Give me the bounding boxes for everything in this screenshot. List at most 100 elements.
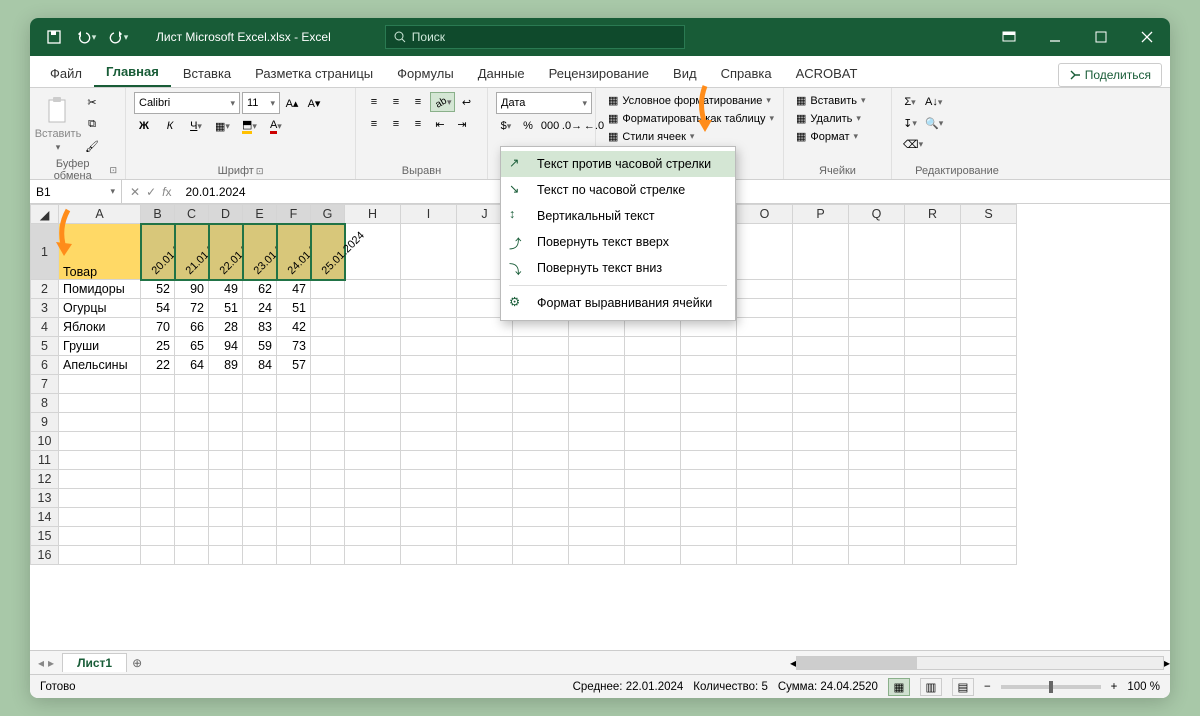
italic-button[interactable]: К <box>160 116 180 136</box>
cell[interactable] <box>793 337 849 356</box>
cell[interactable] <box>793 318 849 337</box>
add-sheet-icon[interactable]: ⊕ <box>127 656 147 670</box>
cell[interactable] <box>141 508 175 527</box>
zoom-slider[interactable] <box>1001 685 1101 689</box>
cell[interactable] <box>277 470 311 489</box>
cell[interactable] <box>793 470 849 489</box>
cell[interactable] <box>569 432 625 451</box>
cell[interactable] <box>569 489 625 508</box>
cell[interactable] <box>905 451 961 470</box>
column-header[interactable]: E <box>243 205 277 224</box>
tab-справка[interactable]: Справка <box>709 60 784 87</box>
cell[interactable] <box>569 356 625 375</box>
autosum-icon[interactable]: Σ ▾ <box>900 92 920 112</box>
cell[interactable]: 47 <box>277 280 311 299</box>
name-box[interactable]: B1▾ <box>30 180 122 203</box>
cell[interactable] <box>961 432 1017 451</box>
cell[interactable] <box>681 527 737 546</box>
cell[interactable] <box>737 451 793 470</box>
cell[interactable] <box>311 356 345 375</box>
cell[interactable] <box>401 489 457 508</box>
cell[interactable] <box>569 470 625 489</box>
cell[interactable] <box>59 508 141 527</box>
cell[interactable] <box>513 489 569 508</box>
comma-format-icon[interactable]: 000 <box>540 116 560 136</box>
row-header[interactable]: 5 <box>31 337 59 356</box>
cell[interactable] <box>401 318 457 337</box>
close-icon[interactable] <box>1124 18 1170 56</box>
cell[interactable] <box>311 432 345 451</box>
cell[interactable] <box>277 546 311 565</box>
cell[interactable] <box>513 413 569 432</box>
column-header[interactable]: S <box>961 205 1017 224</box>
cell[interactable] <box>401 508 457 527</box>
cell[interactable] <box>311 489 345 508</box>
cell[interactable] <box>905 413 961 432</box>
cell[interactable] <box>513 527 569 546</box>
row-header[interactable]: 11 <box>31 451 59 470</box>
cell[interactable] <box>457 356 513 375</box>
cell[interactable] <box>59 470 141 489</box>
column-header[interactable]: B <box>141 205 175 224</box>
cell[interactable] <box>243 413 277 432</box>
cell[interactable] <box>793 432 849 451</box>
cell[interactable] <box>681 546 737 565</box>
cell[interactable]: 72 <box>175 299 209 318</box>
cell[interactable] <box>793 280 849 299</box>
find-select-icon[interactable]: 🔍▾ <box>922 113 946 133</box>
cell[interactable]: Огурцы <box>59 299 141 318</box>
cell[interactable] <box>737 546 793 565</box>
cell[interactable] <box>209 375 243 394</box>
copy-icon[interactable]: ⧉ <box>82 114 102 134</box>
cell[interactable] <box>569 451 625 470</box>
cell[interactable]: 62 <box>243 280 277 299</box>
cell[interactable] <box>311 337 345 356</box>
cell[interactable] <box>311 527 345 546</box>
cell[interactable] <box>345 299 401 318</box>
cell[interactable] <box>961 451 1017 470</box>
cell[interactable] <box>59 432 141 451</box>
cell[interactable] <box>243 489 277 508</box>
cell[interactable] <box>243 451 277 470</box>
search-box[interactable]: Поиск <box>385 25 685 49</box>
format-cells-button[interactable]: ▦ Формат ▾ <box>792 128 862 145</box>
cell[interactable]: 23.01.2024 <box>243 224 277 280</box>
cell-styles-button[interactable]: ▦ Стили ячеек ▾ <box>604 128 698 145</box>
cell[interactable] <box>513 432 569 451</box>
cell[interactable]: 83 <box>243 318 277 337</box>
cell[interactable] <box>737 224 793 280</box>
cell[interactable] <box>345 318 401 337</box>
cell[interactable]: 21.01.2024 <box>175 224 209 280</box>
cell[interactable] <box>513 337 569 356</box>
column-header[interactable]: F <box>277 205 311 224</box>
row-header[interactable]: 6 <box>31 356 59 375</box>
cell[interactable] <box>513 356 569 375</box>
cell[interactable] <box>345 546 401 565</box>
cell[interactable] <box>277 527 311 546</box>
cell[interactable] <box>905 432 961 451</box>
cell[interactable]: 84 <box>243 356 277 375</box>
cell[interactable] <box>401 299 457 318</box>
cell[interactable] <box>401 337 457 356</box>
cell[interactable]: 57 <box>277 356 311 375</box>
cell[interactable] <box>311 375 345 394</box>
fill-icon[interactable]: ↧ ▾ <box>900 113 920 133</box>
cell[interactable] <box>737 280 793 299</box>
cell[interactable] <box>849 432 905 451</box>
cell[interactable] <box>401 470 457 489</box>
cell[interactable] <box>961 394 1017 413</box>
tab-данные[interactable]: Данные <box>466 60 537 87</box>
cell[interactable] <box>457 432 513 451</box>
cell[interactable] <box>311 508 345 527</box>
cell[interactable]: Помидоры <box>59 280 141 299</box>
cell[interactable] <box>141 432 175 451</box>
cell[interactable] <box>345 356 401 375</box>
cell[interactable] <box>59 489 141 508</box>
cell[interactable] <box>961 280 1017 299</box>
save-icon[interactable] <box>40 23 68 51</box>
cell[interactable] <box>905 394 961 413</box>
cell[interactable] <box>793 356 849 375</box>
cell[interactable] <box>345 337 401 356</box>
cell[interactable] <box>905 224 961 280</box>
cell[interactable] <box>905 470 961 489</box>
